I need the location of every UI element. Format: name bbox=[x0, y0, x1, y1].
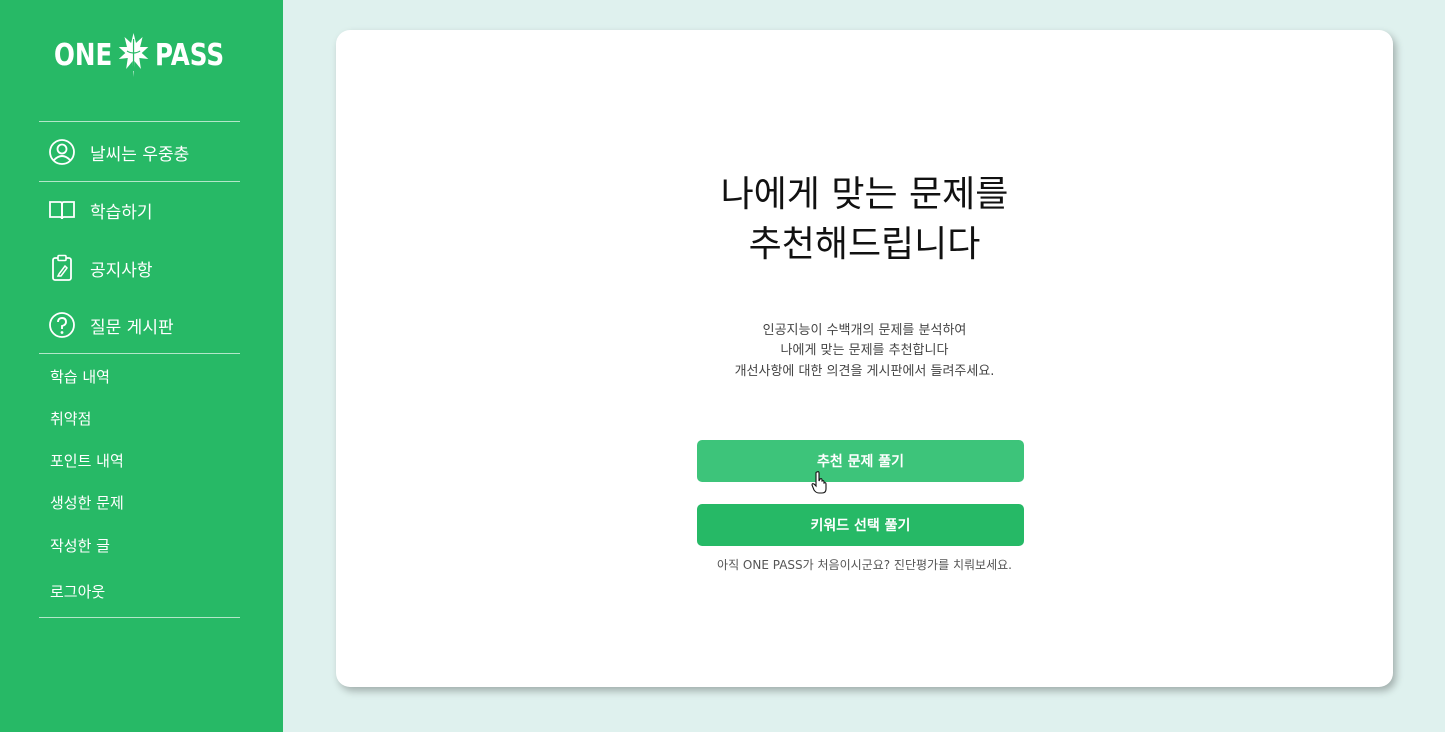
sidebar-item-label: 질문 게시판 bbox=[90, 317, 174, 338]
sidebar-subitem-label: 작성한 글 bbox=[50, 536, 110, 555]
logo-text-right: PASS bbox=[154, 37, 225, 73]
sidebar-divider bbox=[39, 181, 240, 182]
question-icon bbox=[48, 311, 76, 339]
description-line-2: 나에게 맞는 문제를 추천합니다 bbox=[780, 343, 949, 358]
sidebar-item-qna[interactable]: 질문 게시판 bbox=[48, 308, 174, 342]
diagnostic-test-hint[interactable]: 아직 ONE PASS가 처음이시군요? 진단평가를 치뤄보세요. bbox=[336, 556, 1393, 573]
sidebar-item-my-posts[interactable]: 작성한 글 bbox=[50, 533, 110, 557]
sidebar: ONE PASS 날씨는 우중충 학습하기 공지사항 질문 게시판 학습 내역 … bbox=[0, 0, 283, 732]
clipboard-icon bbox=[48, 254, 76, 282]
sidebar-item-weakness[interactable]: 취약점 bbox=[50, 406, 91, 430]
sidebar-subitem-label: 학습 내역 bbox=[50, 367, 110, 386]
sidebar-divider bbox=[39, 121, 240, 122]
sidebar-user-name: 날씨는 우중충 bbox=[90, 144, 190, 165]
sidebar-item-label: 공지사항 bbox=[90, 260, 153, 281]
sidebar-item-points[interactable]: 포인트 내역 bbox=[50, 448, 124, 472]
sidebar-user-profile[interactable]: 날씨는 우중충 bbox=[48, 135, 189, 169]
sidebar-item-notice[interactable]: 공지사항 bbox=[48, 251, 153, 285]
recommend-problems-button[interactable]: 추천 문제 풀기 bbox=[697, 440, 1024, 482]
sidebar-item-logout[interactable]: 로그아웃 bbox=[50, 579, 105, 603]
sidebar-subitem-label: 로그아웃 bbox=[50, 582, 106, 601]
recommend-card: 나에게 맞는 문제를 추천해드립니다 인공지능이 수백개의 문제를 분석하여 나… bbox=[336, 30, 1393, 687]
logo-text-left: ONE bbox=[54, 37, 113, 73]
sidebar-item-label: 학습하기 bbox=[90, 202, 153, 223]
description-line-3: 개선사항에 대한 의견을 게시판에서 들려주세요. bbox=[734, 364, 995, 379]
headline-line-1: 나에게 맞는 문제를 bbox=[720, 174, 1009, 215]
leaf-logo-icon bbox=[118, 33, 149, 77]
sidebar-subitem-label: 취약점 bbox=[50, 409, 92, 428]
sidebar-subitem-label: 포인트 내역 bbox=[50, 451, 124, 470]
user-circle-icon bbox=[48, 138, 76, 166]
sidebar-divider bbox=[39, 617, 240, 618]
sidebar-divider bbox=[39, 353, 240, 354]
hand-pointer-cursor-icon bbox=[811, 471, 827, 494]
sidebar-item-study-history[interactable]: 학습 내역 bbox=[50, 364, 110, 388]
sidebar-subitem-label: 생성한 문제 bbox=[50, 493, 124, 512]
book-icon bbox=[48, 196, 76, 224]
app-logo[interactable]: ONE PASS bbox=[54, 30, 224, 80]
keyword-select-button[interactable]: 키워드 선택 풀기 bbox=[697, 504, 1024, 546]
sidebar-item-study[interactable]: 학습하기 bbox=[48, 193, 153, 227]
sidebar-item-created-problems[interactable]: 생성한 문제 bbox=[50, 490, 124, 514]
headline-line-2: 추천해드립니다 bbox=[748, 224, 981, 265]
description-line-1: 인공지능이 수백개의 문제를 분석하여 bbox=[762, 323, 967, 338]
